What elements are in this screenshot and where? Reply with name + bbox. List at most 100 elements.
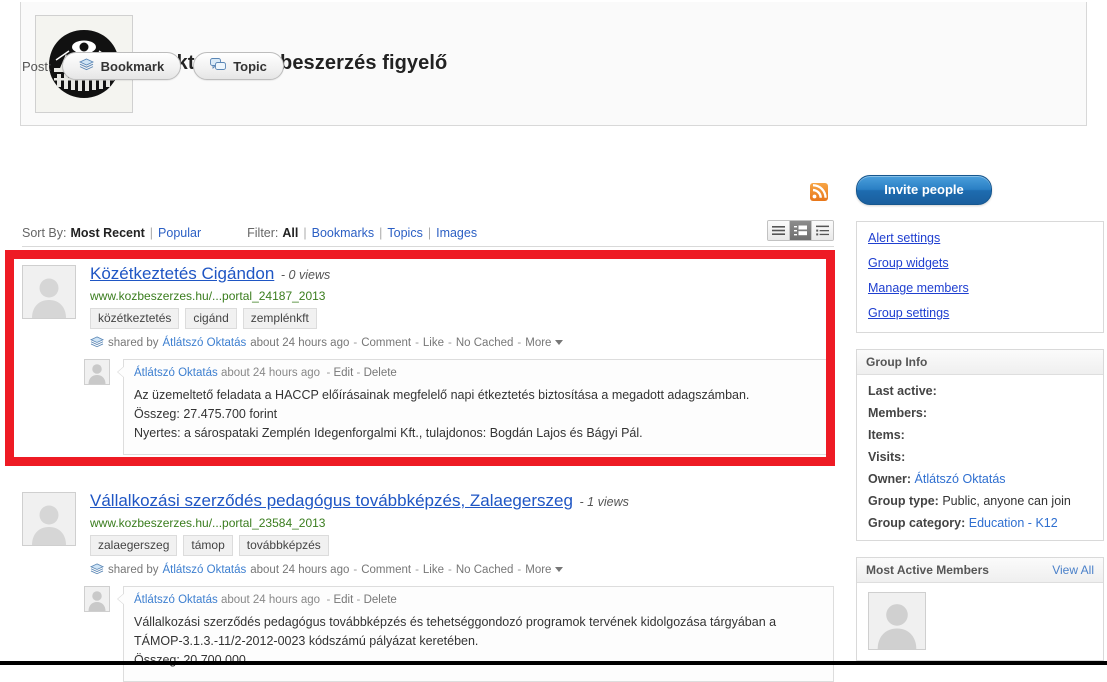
info-row-group-category: Group category: Education - K12 (868, 516, 1092, 530)
meta-dash: - (356, 593, 361, 606)
comment-delete-action[interactable]: Delete (364, 367, 397, 379)
member-avatar[interactable] (868, 592, 926, 650)
comment-header: Átlátszó Oktatás about 24 hours ago - Ed… (134, 367, 823, 379)
invite-people-button[interactable]: Invite people (856, 175, 992, 205)
info-row-group-type: Group type: Public, anyone can join (868, 494, 1092, 508)
filter-option-images[interactable]: Images (436, 226, 477, 240)
right-sidebar: Invite people Alert settings Group widge… (856, 175, 1104, 661)
group-info-title: Group Info (866, 355, 928, 369)
bookmark-stack-icon (90, 563, 104, 578)
sort-option-popular[interactable]: Popular (158, 226, 201, 240)
filter-group: Filter: All | Bookmarks | Topics | Image… (247, 226, 477, 240)
group-owner-link[interactable]: Átlátszó Oktatás (915, 472, 1006, 486)
comment-header: Átlátszó Oktatás about 24 hours ago - Ed… (134, 594, 823, 606)
post-like-action[interactable]: Like (423, 337, 444, 349)
post-tag[interactable]: zalaegerszeg (90, 534, 178, 556)
post-tag[interactable]: támop (183, 534, 233, 556)
post-timestamp: about 24 hours ago (250, 564, 350, 577)
meta-dash: - (353, 337, 358, 350)
post-thumbnail[interactable] (22, 265, 76, 319)
post-title-link[interactable]: Közétkeztetés Cigándon (90, 264, 274, 283)
comment-edit-action[interactable]: Edit (333, 367, 353, 379)
view-all-members-link[interactable]: View All (1052, 563, 1094, 577)
info-row-items: Items: (868, 428, 1092, 442)
sidebar-link-manage-members[interactable]: Manage members (868, 281, 1092, 295)
post-thumbnail[interactable] (22, 492, 76, 546)
post-tag[interactable]: továbbképzés (238, 534, 329, 556)
default-user-avatar-icon (32, 505, 66, 545)
comment-line: Összeg: 27.475.700 forint (134, 407, 278, 422)
sidebar-link-group-settings[interactable]: Group settings (868, 306, 1092, 320)
comment-timestamp: about 24 hours ago (220, 593, 321, 606)
list-detail-view-icon[interactable] (790, 221, 812, 240)
screenshot-bottom-edge (0, 661, 1107, 665)
group-info-header: Group Info (857, 350, 1103, 375)
post-tag[interactable]: zemplénkft (242, 307, 317, 329)
filter-separator-3: | (427, 226, 432, 240)
caret-down-icon[interactable] (555, 337, 564, 349)
comment-body: Az üzemeltető feladata a HACCP előírásai… (134, 386, 823, 444)
post-more-action[interactable]: More (525, 337, 551, 349)
speech-bubbles-icon (210, 58, 227, 74)
group-info-body: Last active: Members: Items: Visits: Own… (857, 375, 1103, 540)
comment-bubble: Átlátszó Oktatás about 24 hours ago - Ed… (117, 358, 834, 455)
comment-bubble: Átlátszó Oktatás about 24 hours ago - Ed… (117, 585, 834, 682)
rss-feed-icon[interactable] (810, 183, 828, 201)
bookmark-stack-icon (78, 58, 94, 74)
list-compact-view-icon[interactable] (768, 221, 790, 240)
meta-dash: - (448, 337, 452, 350)
post-label: Post: (22, 58, 52, 74)
view-mode-toggle (767, 220, 834, 241)
comment-author-link[interactable]: Átlátszó Oktatás (134, 367, 218, 379)
filter-option-bookmarks[interactable]: Bookmarks (312, 226, 375, 240)
info-key: Items: (868, 428, 905, 442)
post-comment-action[interactable]: Comment (361, 337, 411, 349)
post-no-cached-action[interactable]: No Cached (456, 337, 514, 349)
info-key: Group category: (868, 516, 966, 530)
post-topic-label: Topic (233, 58, 267, 74)
shared-by-label: shared by (108, 337, 159, 350)
post-author-link[interactable]: Átlátszó Oktatás (163, 337, 247, 349)
post-item: Közétkeztetés Cigándon - 0 views www.koz… (22, 264, 834, 455)
info-key: Owner: (868, 472, 912, 486)
comment-avatar[interactable] (84, 585, 110, 612)
post-more-action[interactable]: More (525, 564, 551, 576)
post-url[interactable]: www.kozbeszerzes.hu/...portal_23584_2013 (90, 516, 834, 530)
default-user-avatar-icon (88, 590, 106, 611)
filter-option-topics[interactable]: Topics (387, 226, 422, 240)
post-topic-button[interactable]: Topic (193, 52, 284, 80)
bookmark-stack-icon (90, 336, 104, 351)
filter-option-all[interactable]: All (282, 226, 298, 240)
post-url[interactable]: www.kozbeszerzes.hu/...portal_24187_2013 (90, 289, 834, 303)
post-meta-row: shared by Átlátszó Oktatás about 24 hour… (90, 336, 834, 351)
sort-separator: | (149, 226, 154, 240)
post-title-link[interactable]: Vállalkozási szerződés pedagógus továbbk… (90, 491, 573, 510)
sort-by-label: Sort By: (22, 226, 67, 240)
post-no-cached-action[interactable]: No Cached (456, 564, 514, 576)
post-bookmark-button[interactable]: Bookmark (61, 52, 182, 80)
caret-down-icon[interactable] (555, 564, 564, 576)
comment-delete-action[interactable]: Delete (364, 594, 397, 606)
comment-line: Az üzemeltető feladata a HACCP előírásai… (134, 387, 750, 402)
post-author-link[interactable]: Átlátszó Oktatás (163, 564, 247, 576)
info-row-owner: Owner: Átlátszó Oktatás (868, 472, 1092, 486)
sort-filter-bar: Sort By: Most Recent | Popular Filter: A… (22, 220, 834, 247)
shared-by-label: shared by (108, 564, 159, 577)
comment-avatar[interactable] (84, 358, 110, 385)
post-like-action[interactable]: Like (423, 564, 444, 576)
filter-separator-2: | (379, 226, 383, 240)
post-tag[interactable]: cigánd (185, 307, 237, 329)
sidebar-link-alert-settings[interactable]: Alert settings (868, 231, 1092, 245)
sidebar-link-group-widgets[interactable]: Group widgets (868, 256, 1092, 270)
sort-option-most-recent[interactable]: Most Recent (70, 226, 144, 240)
meta-dash: - (415, 564, 419, 577)
post-comment-action[interactable]: Comment (361, 564, 411, 576)
comment-line: TÁMOP-3.1.3.-11/2-2012-0023 kódszámú pál… (134, 634, 479, 649)
comment-author-link[interactable]: Átlátszó Oktatás (134, 594, 218, 606)
info-key: Visits: (868, 450, 906, 464)
group-category-link[interactable]: Education - K12 (969, 516, 1058, 530)
list-summary-view-icon[interactable] (812, 221, 833, 240)
meta-dash: - (323, 366, 331, 379)
post-tag[interactable]: közétkeztetés (90, 307, 180, 329)
comment-edit-action[interactable]: Edit (333, 594, 353, 606)
